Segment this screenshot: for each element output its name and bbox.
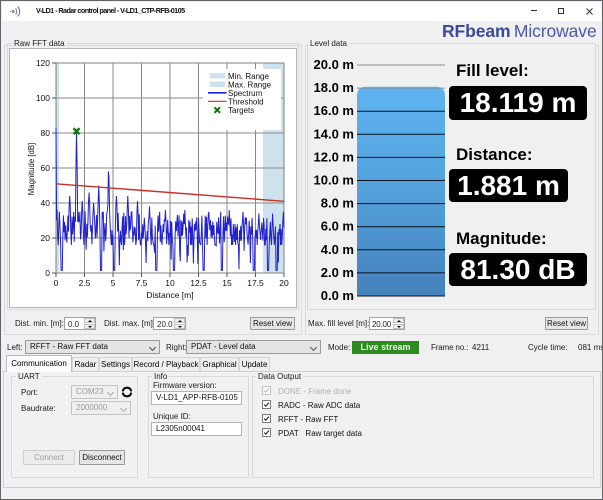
svg-text:12.0 m: 12.0 m	[314, 149, 354, 164]
svg-text:Distance [m]: Distance [m]	[146, 290, 193, 300]
svg-text:10: 10	[165, 278, 175, 288]
svg-text:5: 5	[111, 278, 116, 288]
svg-text:14.0 m: 14.0 m	[314, 126, 354, 141]
svg-text:20: 20	[41, 233, 51, 243]
svg-text:8.0 m: 8.0 m	[321, 196, 354, 211]
svg-text:2.5: 2.5	[79, 278, 91, 288]
svg-text:60: 60	[41, 163, 51, 173]
svg-text:Magnitude [dB]: Magnitude [dB]	[27, 143, 36, 195]
svg-text:7.5: 7.5	[136, 278, 148, 288]
svg-text:0.0 m: 0.0 m	[321, 288, 354, 303]
svg-text:15: 15	[222, 278, 232, 288]
svg-text:120: 120	[36, 58, 50, 68]
svg-text:12.5: 12.5	[190, 278, 207, 288]
svg-text:4.0 m: 4.0 m	[321, 242, 354, 257]
svg-text:100: 100	[36, 93, 50, 103]
svg-text:2.0 m: 2.0 m	[321, 265, 354, 280]
svg-text:Targets: Targets	[228, 106, 254, 115]
svg-text:80: 80	[41, 128, 51, 138]
svg-text:20: 20	[279, 278, 289, 288]
svg-text:17.5: 17.5	[247, 278, 264, 288]
svg-text:16.0 m: 16.0 m	[314, 103, 354, 118]
svg-text:40: 40	[41, 198, 51, 208]
svg-text:10.0 m: 10.0 m	[314, 173, 354, 188]
svg-text:0: 0	[45, 268, 50, 278]
svg-text:18.0 m: 18.0 m	[314, 80, 354, 95]
svg-text:20.0 m: 20.0 m	[314, 57, 354, 72]
svg-text:6.0 m: 6.0 m	[321, 219, 354, 234]
svg-text:0: 0	[54, 278, 59, 288]
